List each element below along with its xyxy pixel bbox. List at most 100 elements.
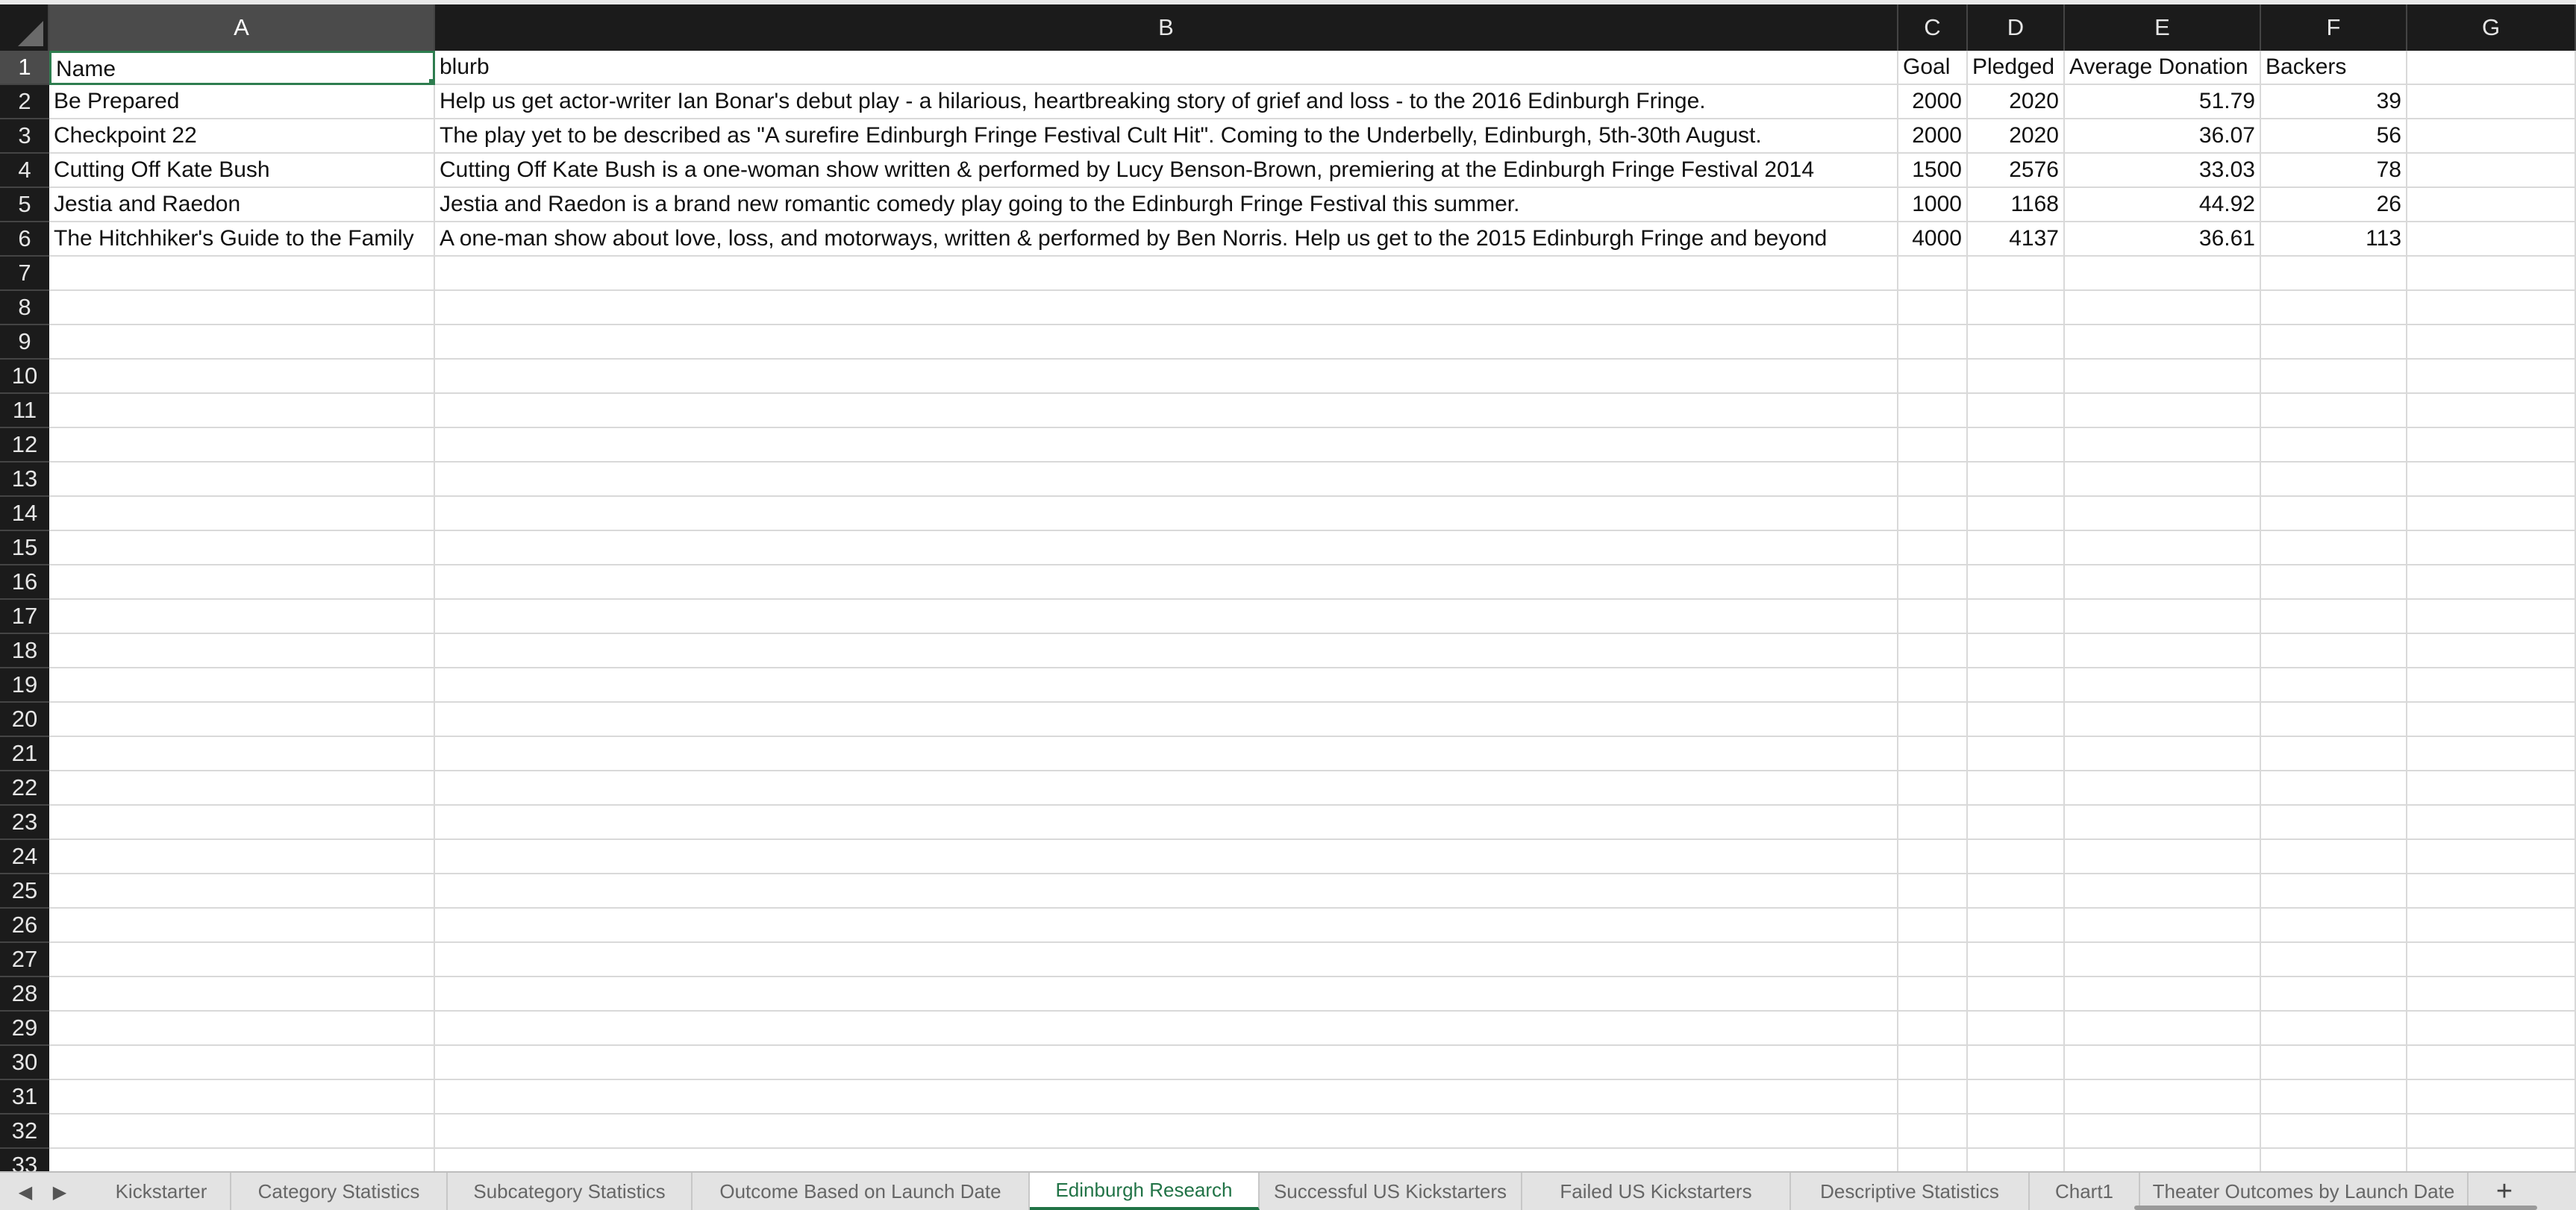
row-header-16[interactable]: 16 (0, 565, 49, 600)
cell-d33[interactable] (1968, 1149, 2065, 1171)
cell-d27[interactable] (1968, 943, 2065, 977)
cell-f1[interactable]: Backers (2261, 51, 2407, 85)
cell-e33[interactable] (2065, 1149, 2261, 1171)
cell-c1[interactable]: Goal (1898, 51, 1968, 85)
cell-f15[interactable] (2261, 531, 2407, 565)
cell-c24[interactable] (1898, 840, 1968, 874)
cell-e19[interactable] (2065, 668, 2261, 703)
cell-d9[interactable] (1968, 325, 2065, 360)
cell-e24[interactable] (2065, 840, 2261, 874)
cell-g21[interactable] (2407, 737, 2576, 771)
cell-f29[interactable] (2261, 1012, 2407, 1046)
cell-a4[interactable]: Cutting Off Kate Bush (49, 154, 435, 188)
row-header-10[interactable]: 10 (0, 360, 49, 394)
cell-d18[interactable] (1968, 634, 2065, 668)
cell-b27[interactable] (435, 943, 1898, 977)
cell-e17[interactable] (2065, 600, 2261, 634)
cell-d24[interactable] (1968, 840, 2065, 874)
cell-a19[interactable] (49, 668, 435, 703)
cell-f20[interactable] (2261, 703, 2407, 737)
sheet-tab-kickstarter[interactable]: Kickstarter (93, 1173, 231, 1210)
cell-e16[interactable] (2065, 565, 2261, 600)
previous-sheet-icon[interactable]: ◀ (10, 1182, 40, 1203)
cell-f27[interactable] (2261, 943, 2407, 977)
cell-c16[interactable] (1898, 565, 1968, 600)
cell-c13[interactable] (1898, 463, 1968, 497)
cell-e21[interactable] (2065, 737, 2261, 771)
cell-b26[interactable] (435, 909, 1898, 943)
cell-b16[interactable] (435, 565, 1898, 600)
cell-f7[interactable] (2261, 257, 2407, 291)
cell-b8[interactable] (435, 291, 1898, 325)
sheet-tab-category-statistics[interactable]: Category Statistics (231, 1173, 448, 1210)
cell-b10[interactable] (435, 360, 1898, 394)
cell-c26[interactable] (1898, 909, 1968, 943)
sheet-tab-outcome-based-on-launch-date[interactable]: Outcome Based on Launch Date (693, 1173, 1030, 1210)
column-header-g[interactable]: G (2407, 4, 2576, 51)
cell-a8[interactable] (49, 291, 435, 325)
sheet-tab-descriptive-statistics[interactable]: Descriptive Statistics (1791, 1173, 2030, 1210)
cell-c4[interactable]: 1500 (1898, 154, 1968, 188)
cell-b5[interactable]: Jestia and Raedon is a brand new romanti… (435, 188, 1898, 222)
row-header-20[interactable]: 20 (0, 703, 49, 737)
cell-a28[interactable] (49, 977, 435, 1012)
cell-f17[interactable] (2261, 600, 2407, 634)
cell-a14[interactable] (49, 497, 435, 531)
cell-e23[interactable] (2065, 806, 2261, 840)
column-header-d[interactable]: D (1968, 4, 2065, 51)
cell-a10[interactable] (49, 360, 435, 394)
row-header-21[interactable]: 21 (0, 737, 49, 771)
cell-b17[interactable] (435, 600, 1898, 634)
row-header-6[interactable]: 6 (0, 222, 49, 257)
cell-c31[interactable] (1898, 1080, 1968, 1115)
cell-b28[interactable] (435, 977, 1898, 1012)
cell-f13[interactable] (2261, 463, 2407, 497)
row-header-26[interactable]: 26 (0, 909, 49, 943)
cell-c15[interactable] (1898, 531, 1968, 565)
cell-b20[interactable] (435, 703, 1898, 737)
cell-g28[interactable] (2407, 977, 2576, 1012)
row-header-19[interactable]: 19 (0, 668, 49, 703)
cell-c19[interactable] (1898, 668, 1968, 703)
cell-e11[interactable] (2065, 394, 2261, 428)
cell-g1[interactable] (2407, 51, 2576, 85)
cell-e29[interactable] (2065, 1012, 2261, 1046)
cell-b11[interactable] (435, 394, 1898, 428)
cell-f24[interactable] (2261, 840, 2407, 874)
cell-g14[interactable] (2407, 497, 2576, 531)
cell-b31[interactable] (435, 1080, 1898, 1115)
cell-a23[interactable] (49, 806, 435, 840)
cell-g6[interactable] (2407, 222, 2576, 257)
cell-g32[interactable] (2407, 1115, 2576, 1149)
cell-c12[interactable] (1898, 428, 1968, 463)
cell-f21[interactable] (2261, 737, 2407, 771)
cell-a32[interactable] (49, 1115, 435, 1149)
cell-f12[interactable] (2261, 428, 2407, 463)
cell-b29[interactable] (435, 1012, 1898, 1046)
cell-g20[interactable] (2407, 703, 2576, 737)
cell-b33[interactable] (435, 1149, 1898, 1171)
cell-g17[interactable] (2407, 600, 2576, 634)
cell-d3[interactable]: 2020 (1968, 119, 2065, 154)
cell-e4[interactable]: 33.03 (2065, 154, 2261, 188)
cell-b3[interactable]: The play yet to be described as "A suref… (435, 119, 1898, 154)
cell-e25[interactable] (2065, 874, 2261, 909)
row-header-17[interactable]: 17 (0, 600, 49, 634)
cell-e9[interactable] (2065, 325, 2261, 360)
cell-d2[interactable]: 2020 (1968, 85, 2065, 119)
cell-g11[interactable] (2407, 394, 2576, 428)
cell-d32[interactable] (1968, 1115, 2065, 1149)
cell-e7[interactable] (2065, 257, 2261, 291)
cell-f6[interactable]: 113 (2261, 222, 2407, 257)
cell-b15[interactable] (435, 531, 1898, 565)
cell-a30[interactable] (49, 1046, 435, 1080)
cell-e2[interactable]: 51.79 (2065, 85, 2261, 119)
cell-e28[interactable] (2065, 977, 2261, 1012)
cell-e8[interactable] (2065, 291, 2261, 325)
cell-e14[interactable] (2065, 497, 2261, 531)
cell-b23[interactable] (435, 806, 1898, 840)
add-sheet-button[interactable]: + (2482, 1173, 2527, 1210)
cell-f18[interactable] (2261, 634, 2407, 668)
cell-a31[interactable] (49, 1080, 435, 1115)
cell-e18[interactable] (2065, 634, 2261, 668)
